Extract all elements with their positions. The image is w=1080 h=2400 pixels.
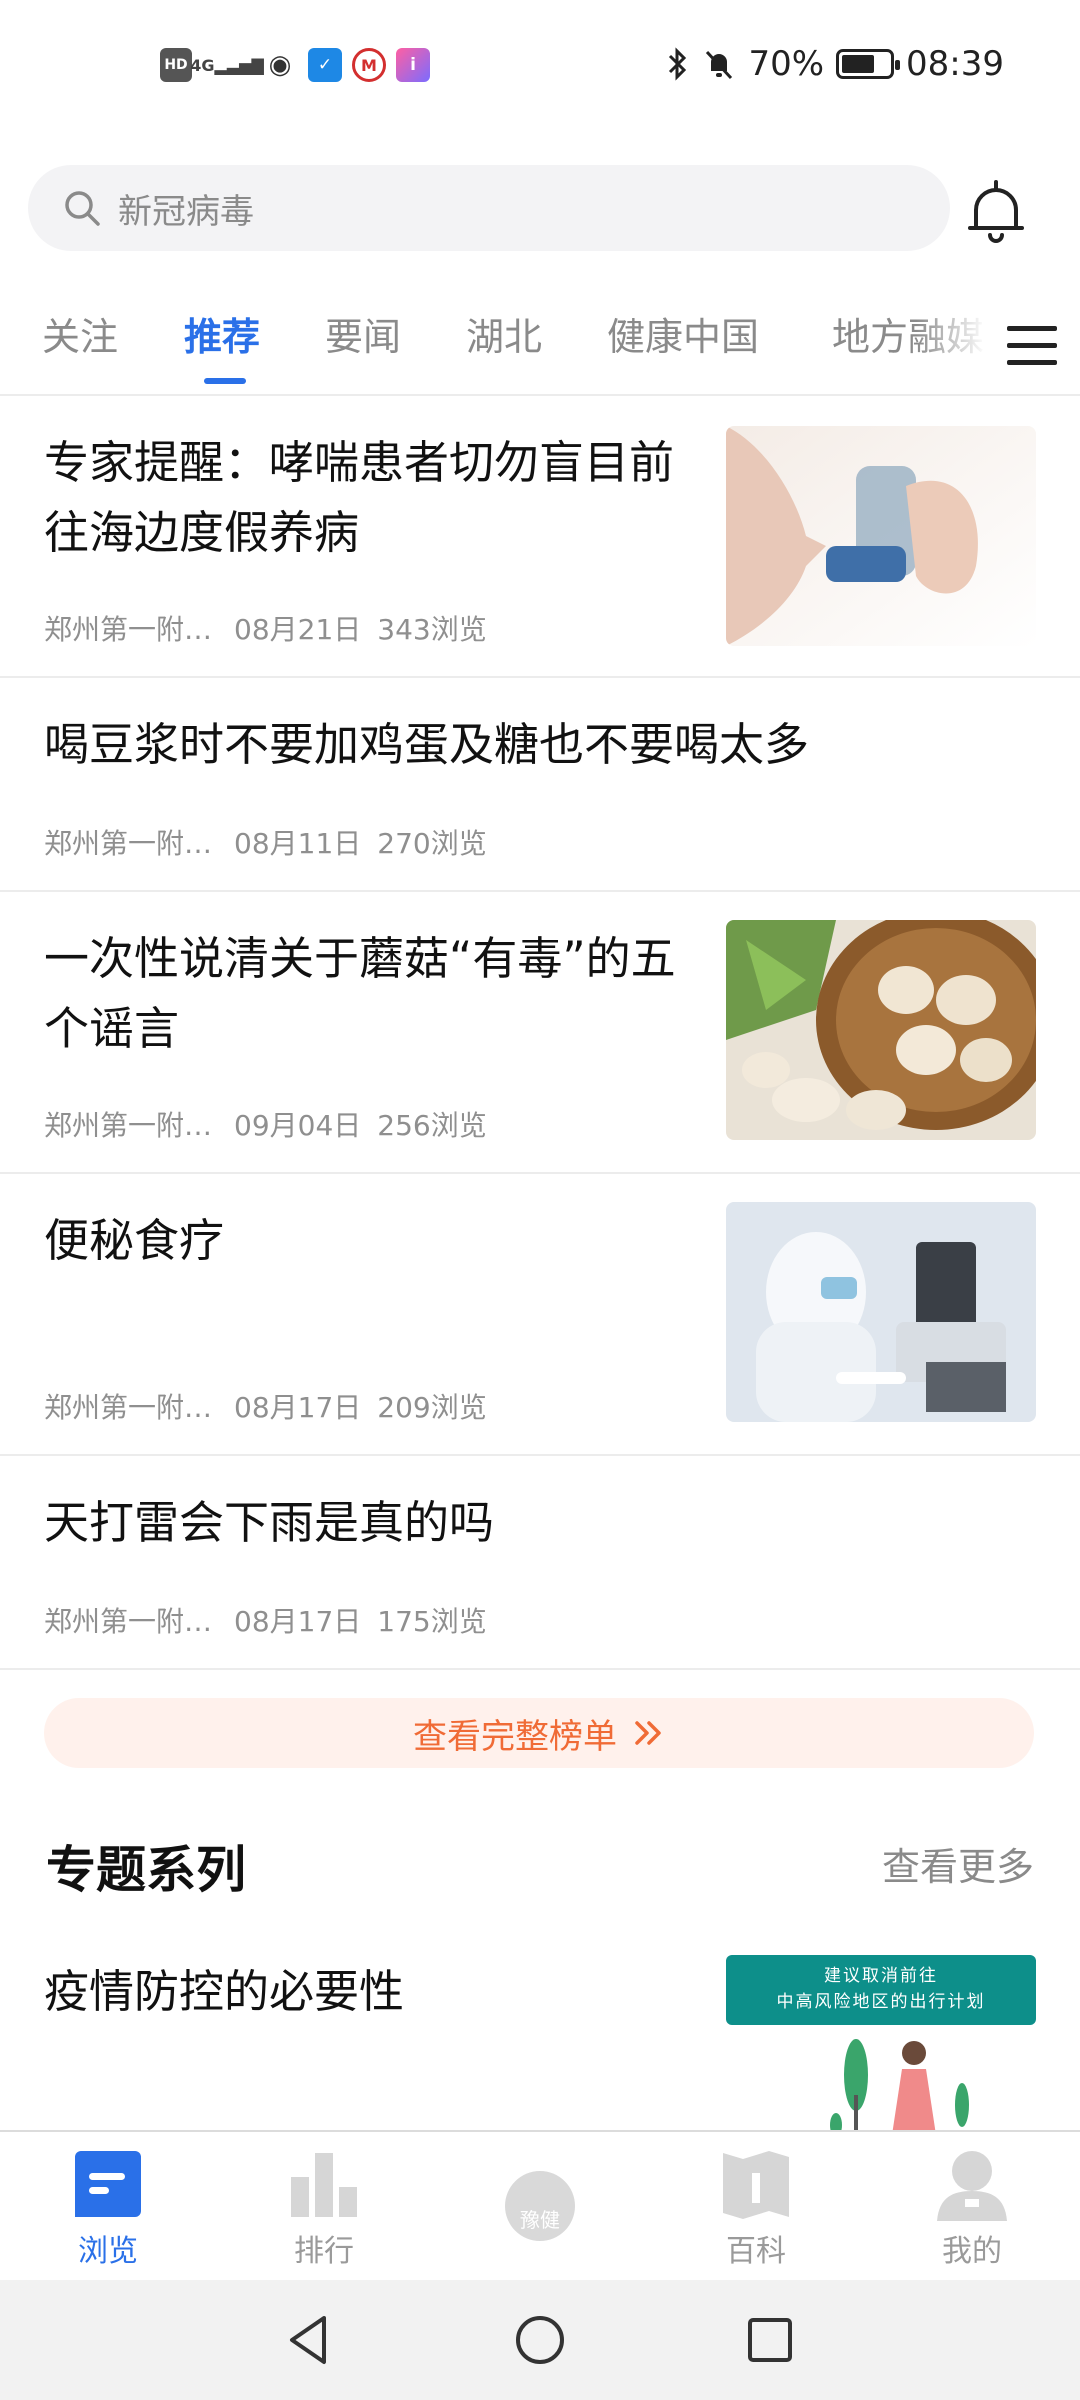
status-icons-left: HD 4G▂▃▅▇ ◉ ✓ M i (160, 48, 430, 82)
nav-label: 排行 (294, 2234, 354, 2269)
status-bar: HD 4G▂▃▅▇ ◉ ✓ M i 70% 08:39 (0, 0, 1080, 140)
news-thumbnail[interactable] (726, 1202, 1036, 1422)
notification-bell-icon[interactable] (966, 180, 1026, 244)
app-notification-icon: ✓ (308, 48, 342, 82)
browse-icon (70, 2146, 146, 2222)
news-meta: 郑州第一附… 08月21日 343浏览 (44, 608, 487, 648)
news-source: 郑州第一附… (44, 1391, 213, 1424)
news-source: 郑州第一附… (44, 613, 213, 646)
channel-tabs: 关注 推荐 要闻 湖北 健康中国 地方融媒 (0, 300, 1080, 396)
nav-browse[interactable]: 浏览 (38, 2146, 178, 2270)
app-notification-icon: i (396, 48, 430, 82)
news-title: 喝豆浆时不要加鸡蛋及糖也不要喝太多 (44, 718, 810, 771)
profile-icon (934, 2146, 1010, 2222)
news-title: 便秘食疗 (44, 1214, 225, 1267)
nav-label: 我的 (942, 2234, 1002, 2269)
nav-label: 百科 (726, 2234, 786, 2269)
tabs-fade (916, 300, 986, 390)
news-date: 08月11日 (234, 827, 362, 860)
active-tab-indicator (204, 378, 246, 384)
news-views: 209浏览 (377, 1391, 487, 1424)
recents-icon[interactable] (740, 2310, 800, 2370)
list-item[interactable]: 一次性说清关于蘑菇“有毒”的五个谣言 郑州第一附… 09月04日 256浏览 (0, 894, 1080, 1174)
ranking-icon (286, 2146, 362, 2222)
news-title: 专家提醒：哮喘患者切勿盲目前往海边度假养病 (44, 436, 675, 559)
weibo-icon: ◉ (268, 50, 292, 80)
news-source: 郑州第一附… (44, 1109, 213, 1142)
search-icon (65, 191, 100, 226)
news-source: 郑州第一附… (44, 827, 213, 860)
news-meta: 郑州第一附… 08月17日 209浏览 (44, 1386, 487, 1426)
bottom-navigation: 浏览 排行 豫健 百科 我的 (0, 2130, 1080, 2280)
hd-icon: HD (160, 48, 192, 82)
channel-menu-button[interactable] (984, 300, 1080, 390)
nav-profile[interactable]: 我的 (902, 2146, 1042, 2270)
view-full-list-button[interactable]: 查看完整榜单 (44, 1698, 1034, 1768)
banner-line: 建议取消前往 (824, 1966, 938, 1986)
nav-center[interactable]: 豫健 (470, 2146, 610, 2244)
clock: 08:39 (906, 44, 1004, 84)
back-icon[interactable] (280, 2310, 340, 2370)
news-date: 08月21日 (234, 613, 362, 646)
tab-headlines[interactable]: 要闻 (325, 306, 401, 361)
list-item[interactable]: 专家提醒：哮喘患者切勿盲目前往海边度假养病 郑州第一附… 08月21日 343浏览 (0, 398, 1080, 678)
news-views: 270浏览 (377, 827, 487, 860)
tab-healthy-china[interactable]: 健康中国 (607, 306, 759, 361)
news-title: 天打雷会下雨是真的吗 (44, 1496, 495, 1549)
news-meta: 郑州第一附… 09月04日 256浏览 (44, 1104, 487, 1144)
news-date: 09月04日 (234, 1109, 362, 1142)
search-placeholder: 新冠病毒 (118, 191, 254, 232)
battery-icon (836, 49, 901, 79)
tab-follow[interactable]: 关注 (42, 306, 118, 361)
list-item[interactable]: 便秘食疗 郑州第一附… 08月17日 209浏览 (0, 1176, 1080, 1456)
section-title-topics: 专题系列 (46, 1841, 246, 1899)
news-date: 08月17日 (234, 1391, 362, 1424)
view-full-list-label: 查看完整榜单 (413, 1716, 617, 1757)
mute-bell-icon (706, 50, 733, 80)
home-icon[interactable] (510, 2310, 570, 2370)
list-item[interactable]: 天打雷会下雨是真的吗 郑州第一附… 08月17日 175浏览 (0, 1458, 1080, 1670)
double-chevron-right-icon (635, 1721, 661, 1745)
encyclopedia-icon (718, 2146, 794, 2222)
news-thumbnail[interactable] (726, 920, 1036, 1140)
banner-line: 中高风险地区的出行计划 (776, 1992, 986, 2012)
news-meta: 郑州第一附… 08月17日 175浏览 (44, 1600, 487, 1640)
news-thumbnail[interactable] (726, 426, 1036, 646)
battery-percent: 70% (748, 44, 825, 84)
nav-label: 浏览 (78, 2234, 138, 2269)
nav-encyclopedia[interactable]: 百科 (686, 2146, 826, 2270)
metro-icon: M (352, 48, 386, 82)
news-title: 一次性说清关于蘑菇“有毒”的五个谣言 (44, 932, 676, 1055)
news-views: 256浏览 (377, 1109, 487, 1142)
news-views: 175浏览 (377, 1605, 487, 1638)
status-icons-right: 70% 08:39 (666, 44, 1004, 84)
tab-recommend[interactable]: 推荐 (184, 306, 260, 361)
battery-level (842, 55, 875, 73)
search-input[interactable]: 新冠病毒 (28, 165, 950, 251)
topic-thumbnail[interactable]: 建议取消前往 中高风险地区的出行计划 (726, 1955, 1036, 2130)
center-logo-text: 豫健 (520, 2208, 560, 2232)
bluetooth-icon (669, 47, 687, 81)
list-item[interactable]: 喝豆浆时不要加鸡蛋及糖也不要喝太多 郑州第一附… 08月11日 270浏览 (0, 680, 1080, 892)
topic-title[interactable]: 疫情防控的必要性 (44, 1955, 404, 2020)
nav-ranking[interactable]: 排行 (254, 2146, 394, 2270)
tab-hubei[interactable]: 湖北 (466, 306, 542, 361)
signal-icon: 4G▂▃▅▇ (190, 55, 264, 75)
news-views: 343浏览 (377, 613, 487, 646)
news-meta: 郑州第一附… 08月11日 270浏览 (44, 822, 487, 862)
news-source: 郑州第一附… (44, 1605, 213, 1638)
system-navigation-bar (0, 2280, 1080, 2400)
view-more-link[interactable]: 查看更多 (882, 1836, 1034, 1891)
topic-banner: 建议取消前往 中高风险地区的出行计划 (726, 1955, 1036, 2025)
news-date: 08月17日 (234, 1605, 362, 1638)
